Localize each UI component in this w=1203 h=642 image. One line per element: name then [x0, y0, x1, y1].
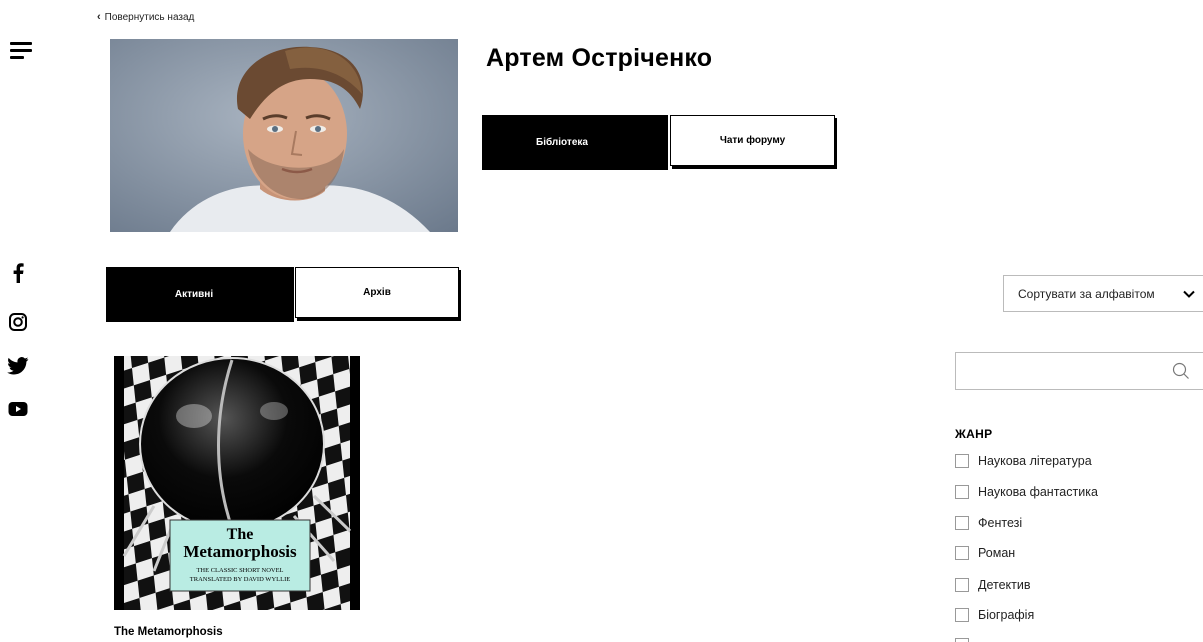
genre-checkbox-science-literature[interactable]: Наукова література: [955, 454, 1092, 468]
genre-label: Детектив: [978, 578, 1031, 592]
checkbox[interactable]: [955, 546, 969, 560]
back-link-label: Повернутись назад: [104, 12, 195, 23]
tab-forum-chats[interactable]: Чати форуму: [670, 115, 835, 166]
tab-library[interactable]: Бібліотека: [482, 115, 668, 170]
genre-checkbox-novel[interactable]: Роман: [955, 546, 1015, 560]
genre-label: Роман: [978, 546, 1016, 560]
search-box: [955, 352, 1203, 390]
instagram-icon[interactable]: [6, 311, 30, 333]
twitter-icon[interactable]: [6, 355, 30, 377]
search-icon[interactable]: [1172, 362, 1190, 385]
back-link[interactable]: ‹ Повернутись назад: [97, 11, 195, 24]
checkbox[interactable]: [955, 516, 969, 530]
sort-dropdown[interactable]: Сортувати за алфавітом: [1003, 275, 1203, 312]
genre-checkbox-partial[interactable]: [955, 638, 969, 642]
checkbox[interactable]: [955, 578, 969, 592]
cover-title-line2: Metamorphosis: [183, 542, 297, 561]
tab-archive-label: Архів: [363, 287, 391, 298]
cover-title-line1: The: [227, 526, 254, 543]
tab-archive[interactable]: Архів: [295, 267, 459, 318]
genre-label: Наукова література: [978, 454, 1092, 468]
book-cover[interactable]: The Metamorphosis THE CLASSIC SHORT NOVE…: [114, 356, 360, 610]
tab-library-label: Бібліотека: [536, 137, 588, 148]
tab-forum-chats-label: Чати форуму: [719, 135, 786, 146]
genre-checkbox-science-fiction[interactable]: Наукова фантастика: [955, 485, 1098, 499]
genre-checkbox-detective[interactable]: Детектив: [955, 578, 1031, 592]
genre-label: Наукова фантастика: [978, 485, 1098, 499]
genre-checkbox-biography[interactable]: Біографія: [955, 608, 1034, 622]
genre-checkbox-fantasy[interactable]: Фентезі: [955, 516, 1022, 530]
checkbox[interactable]: [955, 485, 969, 499]
cover-subtitle-2: TRANSLATED BY DAVID WYLLIE: [190, 576, 290, 583]
search-input[interactable]: [956, 353, 1156, 389]
book-title[interactable]: The Metamorphosis: [114, 626, 223, 638]
genre-label: Біографія: [978, 608, 1035, 622]
sort-dropdown-label: Сортувати за алфавітом: [1018, 286, 1155, 301]
cover-subtitle-1: THE CLASSIC SHORT NOVEL: [196, 567, 283, 574]
tab-active[interactable]: Активні: [106, 267, 294, 322]
youtube-icon[interactable]: [6, 398, 30, 420]
author-name: Артем Острiченко: [486, 44, 713, 72]
checkbox[interactable]: [955, 638, 969, 642]
checkbox[interactable]: [955, 608, 969, 622]
facebook-icon[interactable]: [6, 262, 30, 284]
genre-label: Фентезі: [978, 516, 1023, 530]
hamburger-menu-icon[interactable]: [10, 42, 34, 62]
tab-active-label: Активні: [174, 289, 214, 300]
checkbox[interactable]: [955, 454, 969, 468]
genre-filter-title: ЖАНР: [955, 427, 993, 441]
chevron-down-icon: [1182, 287, 1196, 304]
author-photo: [110, 39, 458, 232]
chevron-left-icon: ‹: [97, 11, 101, 23]
